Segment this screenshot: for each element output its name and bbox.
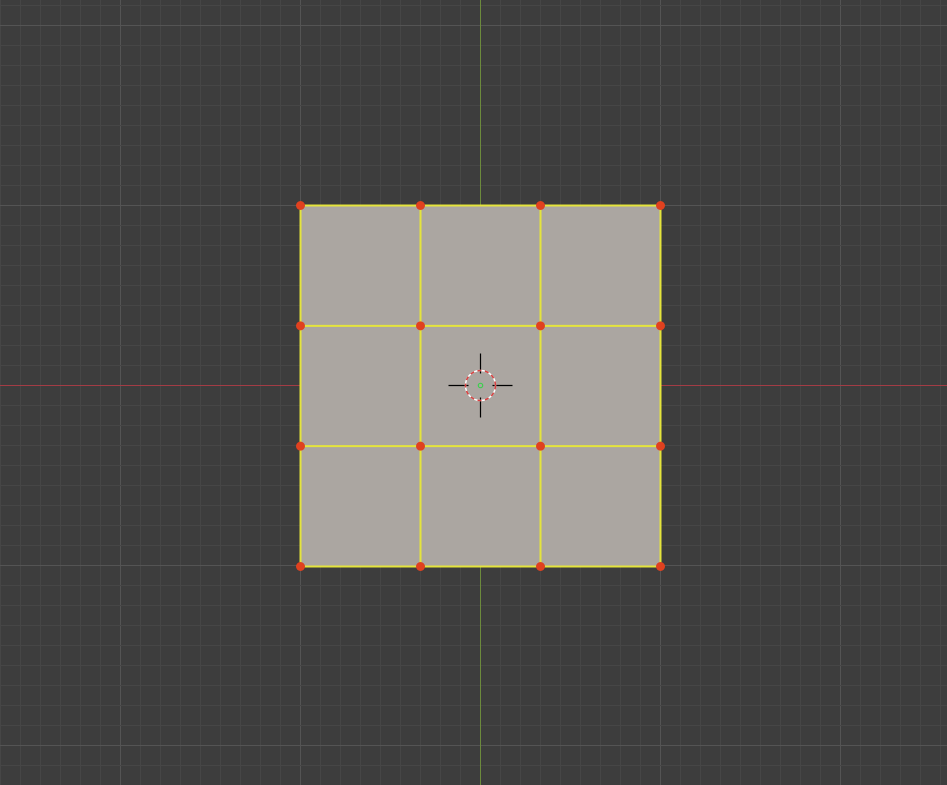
mesh-vertex[interactable] xyxy=(536,201,545,210)
mesh-vertex[interactable] xyxy=(536,321,545,331)
3d-viewport[interactable] xyxy=(0,0,947,785)
plane-mesh[interactable] xyxy=(296,201,665,571)
mesh-vertex[interactable] xyxy=(416,562,425,571)
mesh-vertex[interactable] xyxy=(656,321,665,331)
mesh-vertex[interactable] xyxy=(416,321,425,331)
mesh-vertex[interactable] xyxy=(296,321,305,331)
mesh-vertex[interactable] xyxy=(656,562,665,571)
viewport-canvas[interactable] xyxy=(0,0,947,785)
mesh-vertex[interactable] xyxy=(416,441,425,451)
mesh-faces[interactable] xyxy=(300,205,661,567)
mesh-vertex[interactable] xyxy=(656,201,665,210)
mesh-vertex[interactable] xyxy=(656,441,665,451)
mesh-vertex[interactable] xyxy=(416,201,425,210)
mesh-vertex[interactable] xyxy=(296,441,305,451)
mesh-vertex[interactable] xyxy=(536,441,545,451)
mesh-vertex[interactable] xyxy=(296,562,305,571)
mesh-vertex[interactable] xyxy=(536,562,545,571)
mesh-vertex[interactable] xyxy=(296,201,305,210)
